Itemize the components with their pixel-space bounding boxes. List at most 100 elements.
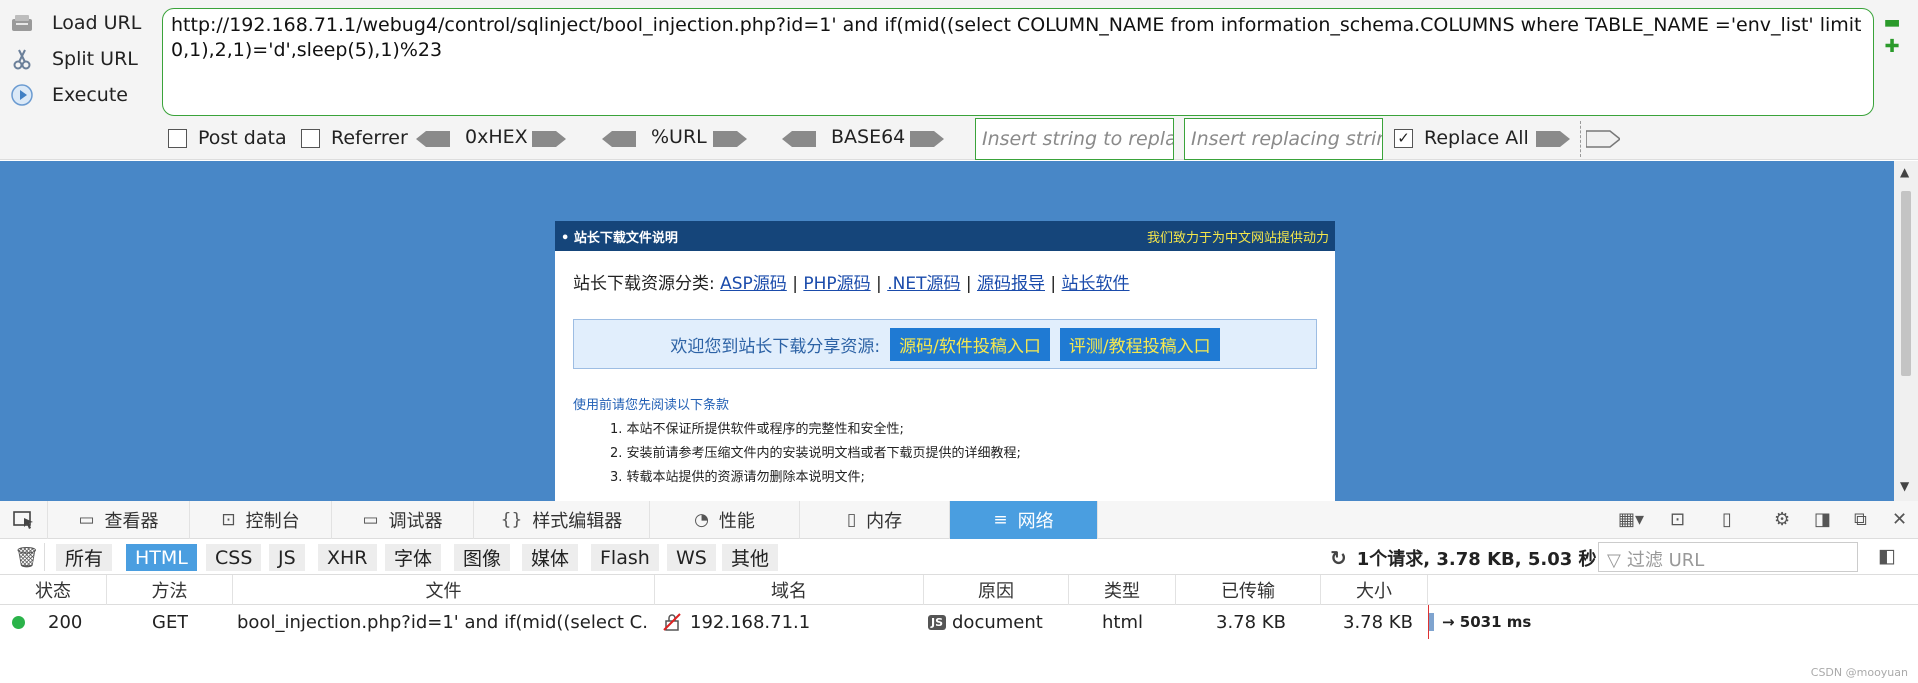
tab-label: 样式编辑器 [532, 511, 623, 532]
tab-memory[interactable]: ▯ 内存 [800, 501, 950, 539]
chip-icon: ▯ [846, 510, 857, 530]
cell-transferred: 3.78 KB [1216, 611, 1286, 633]
url-encode-arrow-icon[interactable] [713, 129, 747, 149]
replace-string-input[interactable]: Insert string to replace [975, 118, 1174, 160]
replace-all-checkbox[interactable]: ✓ Replace All [1394, 127, 1529, 149]
cell-status: 200 [48, 611, 83, 633]
trash-icon[interactable]: 🗑 [14, 545, 39, 569]
load-url-icon [8, 9, 36, 37]
url-filter-input[interactable]: ▽ 过滤 URL [1598, 542, 1858, 572]
post-data-checkbox[interactable]: Post data [168, 127, 287, 149]
checkbox-box[interactable] [168, 128, 187, 148]
cell-domain: 192.168.71.1 [690, 611, 811, 633]
responsive-mode-icon[interactable]: ▯ [1722, 509, 1732, 530]
timeline-marker [1428, 605, 1429, 639]
column-header-domain[interactable]: 域名 [655, 575, 924, 605]
tab-style-editor[interactable]: {} 样式编辑器 [474, 501, 650, 539]
toggle-sidebar-icon[interactable]: ◧ [1878, 545, 1896, 567]
base64-encode-arrow-icon[interactable] [910, 129, 944, 149]
filter-css[interactable]: CSS [206, 544, 262, 571]
filter-fonts[interactable]: 字体 [385, 544, 442, 571]
hex-encode-arrow-icon[interactable] [532, 129, 566, 149]
filter-xhr[interactable]: XHR [318, 544, 377, 571]
inspector-icon: ▭ [78, 510, 95, 530]
base64-decode-arrow-icon[interactable] [782, 129, 816, 149]
checkbox-box[interactable] [301, 128, 320, 148]
filter-ws[interactable]: WS [667, 544, 716, 571]
column-header-transferred[interactable]: 已传输 [1176, 575, 1321, 605]
category-link-dotnet[interactable]: .NET源码 [887, 274, 960, 294]
column-header-method[interactable]: 方法 [107, 575, 233, 605]
url-decode-arrow-icon[interactable] [602, 129, 636, 149]
execute-label: Execute [52, 84, 128, 106]
submit-source-button[interactable]: 源码/软件投稿入口 [890, 327, 1050, 361]
url-textarea[interactable]: http://192.168.71.1/webug4/control/sqlin… [162, 8, 1874, 116]
filter-html[interactable]: HTML [126, 544, 197, 571]
split-console-icon[interactable]: ⊡ [1670, 509, 1685, 530]
filter-other[interactable]: 其他 [722, 544, 779, 571]
pick-element-icon[interactable] [0, 501, 48, 539]
url-filter-placeholder: 过滤 URL [1626, 550, 1705, 571]
download-notice-card: • 站长下载文件说明 我们致力于为中文网站提供动力 站长下载资源分类: ASP源… [555, 221, 1335, 501]
column-header-status[interactable]: 状态 [0, 575, 107, 605]
filter-images[interactable]: 图像 [454, 544, 511, 571]
filter-media[interactable]: 媒体 [522, 544, 579, 571]
expand-icon[interactable]: ✚ [1884, 36, 1900, 57]
filter-flash[interactable]: Flash [591, 544, 659, 571]
split-url-button[interactable]: Split URL [8, 42, 138, 76]
braces-icon: {} [500, 510, 523, 530]
cell-size: 3.78 KB [1343, 611, 1413, 633]
checked-icon[interactable]: ✓ [1394, 128, 1413, 148]
table-row[interactable]: 200 GET bool_injection.php?id=1' and if(… [0, 605, 1918, 639]
scroll-up-icon[interactable]: ▲ [1900, 165, 1909, 179]
dock-options-icon[interactable]: ▦▾ [1618, 509, 1644, 530]
column-header-file[interactable]: 文件 [233, 575, 655, 605]
base64-label: BASE64 [831, 126, 906, 148]
undock-icon[interactable]: ⧉ [1854, 509, 1867, 530]
referrer-checkbox[interactable]: Referrer [301, 127, 408, 149]
tab-inspector[interactable]: ▭ 查看器 [48, 501, 190, 539]
terms-list: 1. 本站不保证所提供软件或程序的完整性和安全性; 2. 安装前请参考压缩文件内… [610, 418, 1021, 490]
replace-all-label: Replace All [1424, 127, 1529, 149]
categories-label: 站长下载资源分类: [573, 274, 715, 294]
tab-debugger[interactable]: ▭ 调试器 [332, 501, 474, 539]
cell-method: GET [152, 611, 189, 633]
devtools-tabbar: ▭ 查看器 ⊡ 控制台 ▭ 调试器 {} 样式编辑器 ◔ 性能 ▯ 内存 ≡ 网络 ▦▾ ⊡ … [0, 501, 1918, 539]
toolbar-divider [1580, 121, 1581, 157]
replacing-string-input[interactable]: Insert replacing string [1184, 118, 1383, 160]
page-scrollbar[interactable]: ▲ ▼ [1894, 161, 1918, 501]
category-link-asp[interactable]: ASP源码 [720, 274, 787, 294]
replace-arrow-icon[interactable] [1536, 129, 1570, 149]
devtools-panel: ▭ 查看器 ⊡ 控制台 ▭ 调试器 {} 样式编辑器 ◔ 性能 ▯ 内存 ≡ 网络 ▦▾ ⊡ … [0, 501, 1918, 683]
submit-review-button[interactable]: 评测/教程投稿入口 [1059, 327, 1220, 361]
category-link-news[interactable]: 源码报导 [977, 274, 1045, 294]
hex-decode-arrow-icon[interactable] [416, 129, 450, 149]
tab-performance[interactable]: ◔ 性能 [650, 501, 800, 539]
rendered-page: • 站长下载文件说明 我们致力于为中文网站提供动力 站长下载资源分类: ASP源… [0, 161, 1894, 501]
play-icon [8, 81, 36, 109]
tab-console[interactable]: ⊡ 控制台 [190, 501, 332, 539]
request-table-header: 状态 方法 文件 域名 原因 类型 已传输 大小 [0, 575, 1918, 605]
sidebar-toggle-icon[interactable]: ◨ [1814, 509, 1831, 530]
column-header-size[interactable]: 大小 [1321, 575, 1428, 605]
scroll-down-icon[interactable]: ▼ [1900, 479, 1909, 493]
filter-all[interactable]: 所有 [56, 544, 113, 571]
column-header-cause[interactable]: 原因 [924, 575, 1069, 605]
execute-button[interactable]: Execute [8, 78, 128, 112]
shrink-icon[interactable]: ▬ [1884, 12, 1901, 33]
tab-network[interactable]: ≡ 网络 [950, 501, 1098, 539]
cell-cause: document [952, 611, 1043, 633]
gauge-icon: ◔ [694, 510, 709, 530]
request-filter-bar: 🗑 所有 HTML CSS JS XHR 字体 图像 媒体 Flash WS 其… [0, 539, 1918, 575]
column-header-type[interactable]: 类型 [1069, 575, 1176, 605]
close-icon[interactable]: ✕ [1892, 509, 1907, 530]
tab-label: 内存 [866, 511, 903, 532]
load-url-button[interactable]: Load URL [8, 6, 141, 40]
category-link-software[interactable]: 站长软件 [1062, 274, 1130, 294]
filter-js[interactable]: JS [269, 544, 305, 571]
gear-icon[interactable]: ⚙ [1774, 509, 1790, 530]
card-header-title: • 站长下载文件说明 [561, 230, 678, 246]
replace-arrow-outline-icon[interactable] [1585, 129, 1622, 149]
scroll-thumb[interactable] [1901, 191, 1911, 376]
category-link-php[interactable]: PHP源码 [803, 274, 870, 294]
